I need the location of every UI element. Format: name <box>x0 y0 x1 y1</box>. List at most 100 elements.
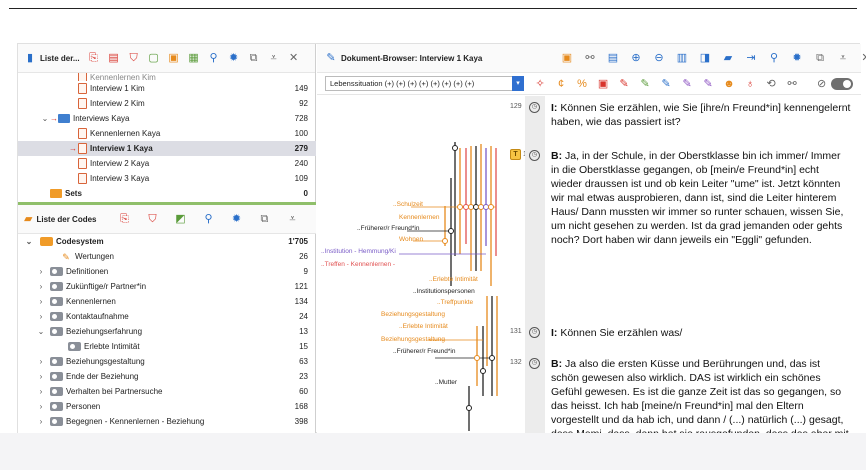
zoom-out-icon[interactable]: ⊖ <box>653 52 665 64</box>
filter-icon[interactable]: ⛉ <box>128 52 140 64</box>
emoticode-icon[interactable]: % <box>576 78 588 90</box>
list-item[interactable]: Interview 2 Kaya 240 <box>18 156 316 171</box>
clock-icon[interactable]: ◷ <box>529 150 540 161</box>
chevron-right-icon[interactable]: › <box>36 402 46 411</box>
chevron-down-icon[interactable]: ▾ <box>512 76 525 91</box>
code-with-new-code-icon[interactable]: ✧ <box>534 78 546 90</box>
list-item[interactable]: Kennenlernen Kaya 100 <box>18 126 316 141</box>
new-document-icon[interactable]: ▤ <box>108 52 120 64</box>
blue-pen-icon[interactable]: ✎ <box>660 78 672 90</box>
paragraph[interactable]: B: Ja, in der Schule, in der Oberstklass… <box>551 149 851 247</box>
list-item[interactable]: ⌄ Codesystem 1'705 <box>18 234 316 249</box>
list-item[interactable]: Erlebte Intimität 15 <box>18 339 316 354</box>
code-label-erlebte-intimitaet[interactable]: ..Erlebte Intimität <box>429 276 478 283</box>
code-label-treffen[interactable]: ..Treffen - Kennenlernen - <box>321 261 395 268</box>
undo-coding-icon[interactable]: ⟲ <box>765 78 777 90</box>
chevron-down-icon[interactable]: ⌄ <box>36 327 46 336</box>
link-off-icon[interactable]: ⚯ <box>786 78 798 90</box>
code-label-frueherer-freund-2[interactable]: ..Früherer/r Freund*in <box>393 348 456 355</box>
list-item[interactable]: › Zukünftige/r Partner*in 121 <box>18 279 316 294</box>
list-item[interactable]: › Kontaktaufnahme 24 <box>18 309 316 324</box>
code-label-beziehungsgestaltung[interactable]: Beziehungsgestaltung <box>381 311 445 318</box>
save-icon[interactable]: ▥ <box>676 52 688 64</box>
code-label-mutter[interactable]: ..Mutter <box>435 379 457 386</box>
list-item[interactable]: Interview 1 Kim 149 <box>18 81 316 96</box>
document-set-icon[interactable]: ▦ <box>188 52 200 64</box>
no-edit-icon[interactable]: ⊘ <box>816 78 827 90</box>
settings-icon[interactable]: ✹ <box>228 52 240 64</box>
code-label-wohnen[interactable]: Wohnen <box>399 236 423 243</box>
chevron-right-icon[interactable]: › <box>36 297 46 306</box>
undock-icon[interactable]: ⧉ <box>248 52 260 64</box>
list-item-selected[interactable]: → Interview 1 Kaya 279 <box>18 141 316 156</box>
doc-collapse-icon[interactable]: ⩡ <box>837 52 849 64</box>
doc-settings-icon[interactable]: ✹ <box>791 52 803 64</box>
activate-icon[interactable]: ▣ <box>168 52 180 64</box>
code-collapse-icon[interactable]: ⩡ <box>286 213 298 225</box>
code-undock-icon[interactable]: ⧉ <box>258 213 270 225</box>
link-icon[interactable]: ⚯ <box>584 52 596 64</box>
edit-mode-icon[interactable]: ▣ <box>561 52 573 64</box>
chevron-right-icon[interactable]: › <box>36 372 46 381</box>
highlight-icon[interactable]: ▰ <box>722 52 734 64</box>
code-label-treffpunkte[interactable]: ..Treffpunkte <box>437 299 473 306</box>
magenta-pen-icon[interactable]: ✎ <box>702 78 714 90</box>
zoom-in-icon[interactable]: ⊕ <box>630 52 642 64</box>
highlight-code-icon[interactable]: ▣ <box>597 78 609 90</box>
chevron-down-icon[interactable]: ⌄ <box>24 237 34 246</box>
code-label-frueherer-freund[interactable]: ..Früherer/r Freund*in <box>357 225 420 232</box>
clock-icon[interactable]: ◷ <box>529 102 540 113</box>
chevron-right-icon[interactable]: › <box>36 312 46 321</box>
print-icon[interactable]: ▤ <box>607 52 619 64</box>
list-item[interactable]: › Beziehungsgestaltung 63 <box>18 354 316 369</box>
edit-toggle[interactable] <box>831 77 853 90</box>
purple-pen-icon[interactable]: ✎ <box>681 78 693 90</box>
in-vivo-icon[interactable]: ¢ <box>555 78 567 90</box>
clock-icon[interactable]: ◷ <box>529 358 540 369</box>
close-icon[interactable]: ✕ <box>288 52 300 64</box>
code-label-beziehungsgestaltung-2[interactable]: Beziehungsgestaltung <box>381 336 445 343</box>
red-pen-icon[interactable]: ✎ <box>618 78 630 90</box>
clock-icon[interactable]: ◷ <box>529 327 540 338</box>
collapse-icon[interactable]: ⩡ <box>268 52 280 64</box>
chevron-right-icon[interactable]: › <box>36 282 46 291</box>
transcript-text[interactable]: I: Können Sie erzählen, wie Sie [ihre/n … <box>545 96 861 454</box>
chevron-down-icon[interactable]: ⌄ <box>40 114 50 123</box>
doc-undock-icon[interactable]: ⧉ <box>814 52 826 64</box>
chevron-right-icon[interactable]: › <box>36 387 46 396</box>
memo-icon[interactable]: T <box>510 149 521 160</box>
list-item[interactable]: › Personen 168 <box>18 399 316 414</box>
weight-icon[interactable]: ♁ <box>744 78 756 90</box>
list-item[interactable]: › Kennenlernen 134 <box>18 294 316 309</box>
code-label-institution[interactable]: ..Institution - Hemmung/Ki <box>321 248 396 255</box>
paragraph[interactable]: I: Können Sie erzählen, wie Sie [ihre/n … <box>551 101 851 129</box>
code-label-schulzeit[interactable]: ..Schulzeit <box>393 201 423 208</box>
new-set-icon[interactable]: ▢ <box>148 52 160 64</box>
paragraph[interactable]: I: Können Sie erzählen was/ <box>551 326 851 340</box>
doc-close-icon[interactable]: ✕ <box>860 52 866 64</box>
code-filter-dropdown[interactable]: Lebenssituation (+) (+) (+) (+) (+) (+) … <box>325 76 525 91</box>
code-filter-icon[interactable]: ⛉ <box>146 213 158 225</box>
export-icon[interactable]: ⇥ <box>745 52 757 64</box>
chevron-right-icon[interactable]: › <box>36 417 46 426</box>
list-item[interactable]: Kennenlernen Kim <box>18 73 316 81</box>
search-icon[interactable]: ⚲ <box>208 52 220 64</box>
doc-search-icon[interactable]: ⚲ <box>768 52 780 64</box>
list-item[interactable]: Interview 3 Kaya 109 <box>18 171 316 186</box>
list-item[interactable]: ⌄ Beziehungserfahrung 13 <box>18 324 316 339</box>
code-search-icon[interactable]: ⚲ <box>202 213 214 225</box>
list-item[interactable]: ✎ Wertungen 26 <box>18 249 316 264</box>
split-view-icon[interactable]: ◨ <box>699 52 711 64</box>
list-item[interactable]: Interview 2 Kim 92 <box>18 96 316 111</box>
chevron-right-icon[interactable]: › <box>36 357 46 366</box>
list-item[interactable]: › Verhalten bei Partnersuche 60 <box>18 384 316 399</box>
new-code-icon[interactable]: ⎘ <box>118 213 130 225</box>
green-pen-icon[interactable]: ✎ <box>639 78 651 90</box>
code-label-erlebte-intimitaet-2[interactable]: ..Erlebte Intimität <box>399 323 448 330</box>
list-item[interactable]: › Definitionen 9 <box>18 264 316 279</box>
chevron-right-icon[interactable]: › <box>36 267 46 276</box>
code-label-institutionspersonen[interactable]: ..Institutionspersonen <box>413 288 475 295</box>
list-item[interactable]: Sets 0 <box>18 186 316 201</box>
emoji-icon[interactable]: ☻ <box>723 78 735 90</box>
code-set-icon[interactable]: ◩ <box>174 213 186 225</box>
